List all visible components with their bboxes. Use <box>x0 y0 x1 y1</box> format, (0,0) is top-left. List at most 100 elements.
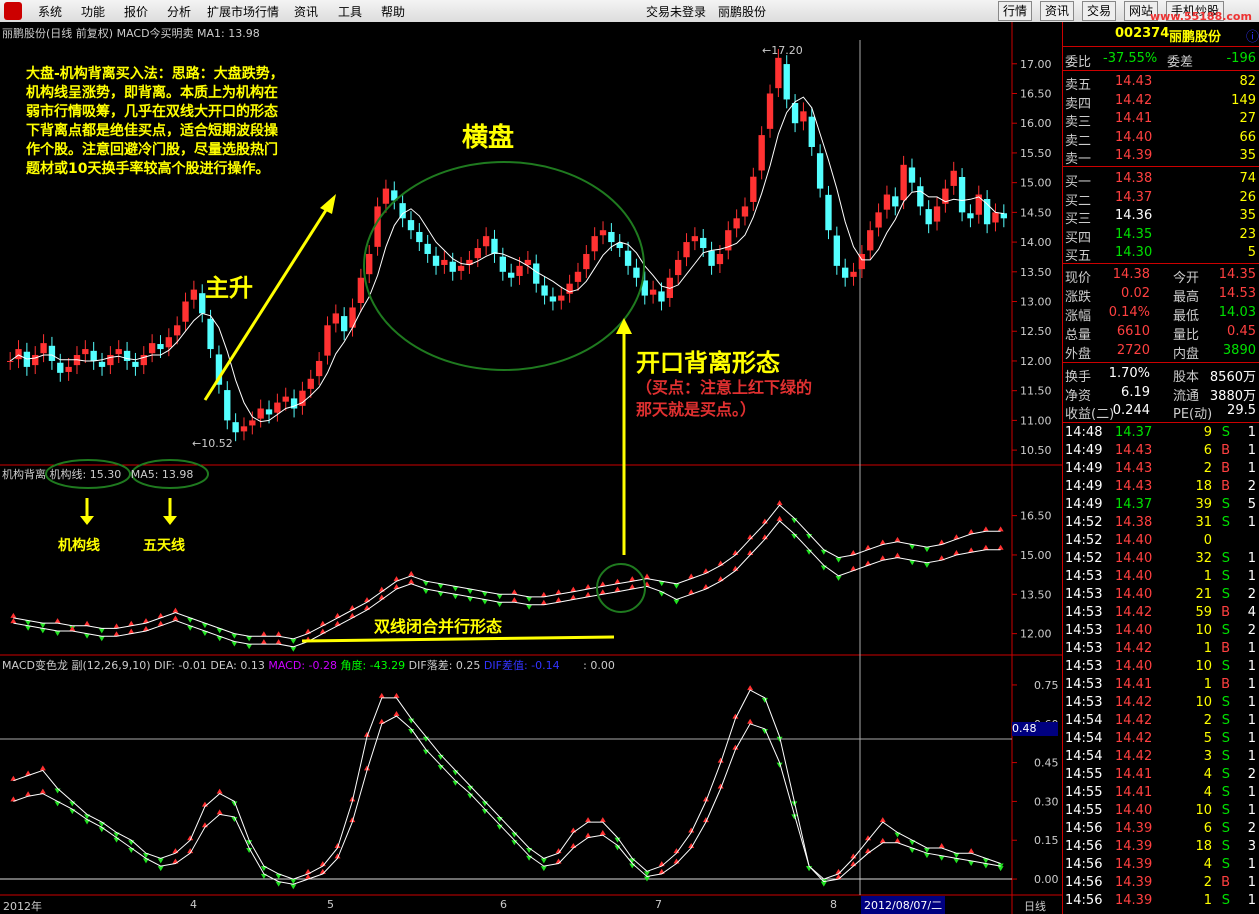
menu-extended-market[interactable]: 扩展市场行情 <box>207 3 279 20</box>
tick-row-cell-1: 14.39 <box>1115 821 1153 836</box>
tick-row-cell-2: 4 <box>1203 767 1212 782</box>
menu-quote[interactable]: 报价 <box>124 3 148 20</box>
tick-row-cell-4: 2 <box>1247 623 1256 638</box>
candle-body <box>925 209 932 225</box>
bid-row-cell-2: 5 <box>1247 245 1256 260</box>
menu-tools[interactable]: 工具 <box>338 3 362 20</box>
tick-row: 14:54 14.42 2 S 1 <box>1063 713 1259 731</box>
tick-row-cell-1: 14.42 <box>1115 641 1153 656</box>
tab-quote[interactable]: 行情 <box>998 1 1033 21</box>
ind1-tick-label: 16.50 <box>1020 510 1052 523</box>
stat-row-cell-2: 今开 <box>1173 271 1200 286</box>
menu-function[interactable]: 功能 <box>81 3 105 20</box>
ind1-header: 机构背离 机构线: 15.30 MA5: 13.98 <box>2 466 193 482</box>
tick-row-cell-4: 1 <box>1247 785 1256 800</box>
tick-row: 14:54 14.42 3 S 1 <box>1063 749 1259 767</box>
candle-body <box>474 248 481 259</box>
fin-row-cell-0: 换手 <box>1065 370 1092 385</box>
candle-body <box>132 361 139 367</box>
bid-row: 买二 14.37 26 <box>1063 190 1259 209</box>
tick-row-cell-1: 14.40 <box>1115 587 1153 602</box>
tab-news[interactable]: 资讯 <box>1040 1 1075 21</box>
menu-system[interactable]: 系统 <box>38 3 62 20</box>
candle-body <box>591 236 598 252</box>
tick-row-cell-2: 6 <box>1203 443 1212 458</box>
tick-row-cell-3: B <box>1221 875 1230 890</box>
tick-row-cell-4: 1 <box>1247 803 1256 818</box>
tick-row-cell-1: 14.42 <box>1115 695 1153 710</box>
stat-row-cell-1: 6610 <box>1116 324 1150 339</box>
stat-row: 外盘 2720 内盘 3890 <box>1063 343 1259 362</box>
tick-row-cell-0: 14:53 <box>1065 569 1103 584</box>
candle-body <box>48 345 56 361</box>
tick-row-cell-1: 14.40 <box>1115 533 1153 548</box>
tab-trade[interactable]: 交易 <box>1082 1 1117 21</box>
stat-row-cell-3: 14.53 <box>1218 286 1256 301</box>
ask-row-cell-2: 35 <box>1239 148 1256 163</box>
candle-body <box>416 231 423 243</box>
ind2-tail: : 0.00 <box>583 659 615 672</box>
main-header: 丽鹏股份(日线 前复权) MACD今买明卖 MA1: 13.98 <box>2 27 260 40</box>
tick-row-cell-4: 1 <box>1247 515 1256 530</box>
tick-row-cell-0: 14:55 <box>1065 803 1103 818</box>
tick-row-cell-0: 14:53 <box>1065 623 1103 638</box>
candle-body <box>825 194 832 231</box>
tick-row-cell-1: 14.41 <box>1115 677 1153 692</box>
tick-row-cell-0: 14:56 <box>1065 821 1103 836</box>
stat-row-cell-3: 14.03 <box>1218 305 1256 320</box>
period-label[interactable]: 日线 <box>1024 898 1046 914</box>
candle-body <box>115 349 122 355</box>
candle-body <box>207 318 214 350</box>
stat-row-cell-3: 14.35 <box>1218 267 1256 282</box>
tick-row: 14:55 14.40 10 S 1 <box>1063 803 1259 821</box>
candle-body <box>808 116 815 147</box>
weicha-label: 委差 <box>1167 55 1194 70</box>
menu-news[interactable]: 资讯 <box>294 3 318 20</box>
tick-row-cell-4: 1 <box>1247 893 1256 908</box>
tick-row-cell-3: S <box>1221 569 1230 584</box>
tick-row-cell-2: 4 <box>1203 857 1212 872</box>
ind2-tick-label: 0.45 <box>1034 757 1059 770</box>
stock-title: 丽鹏股份 <box>718 5 767 19</box>
tick-row-cell-0: 14:49 <box>1065 479 1103 494</box>
candle-body <box>741 206 749 217</box>
ask-row: 卖三 14.41 27 <box>1063 111 1259 130</box>
candle-body <box>165 337 172 348</box>
bid-row-cell-2: 35 <box>1239 208 1256 223</box>
tick-row: 14:56 14.39 4 S 1 <box>1063 857 1259 875</box>
tick-row-cell-1: 14.43 <box>1115 479 1153 494</box>
candle-body <box>599 230 607 236</box>
candle-body <box>850 271 857 277</box>
menu-help[interactable]: 帮助 <box>381 3 405 20</box>
tick-row-cell-4: 2 <box>1247 767 1256 782</box>
tick-row-cell-2: 32 <box>1195 551 1212 566</box>
tick-row-cell-2: 1 <box>1203 677 1212 692</box>
tick-row: 14:56 14.39 6 S 2 <box>1063 821 1259 839</box>
shuangxian-label: 双线闭合并行形态 <box>374 617 503 636</box>
tick-row-cell-3: S <box>1221 623 1230 638</box>
ask-row-cell-2: 66 <box>1239 129 1256 145</box>
tick-row: 14:53 14.40 1 S 1 <box>1063 569 1259 587</box>
time-label-4: 4 <box>190 898 197 911</box>
tick-row-cell-2: 59 <box>1195 605 1212 620</box>
stat-row: 涨幅 0.14% 最低 14.03 <box>1063 305 1259 324</box>
fin-row-cell-2: 流通 <box>1173 388 1200 404</box>
weibi-row: 委比 -37.55% 委差 -196 <box>1063 51 1259 70</box>
tick-row: 14:56 14.39 18 S 3 <box>1063 839 1259 857</box>
tick-row-cell-1: 14.38 <box>1115 515 1153 530</box>
ind2-dif-diff: DIF差值: -0.14 <box>483 659 560 672</box>
tick-row: 14:52 14.40 0 <box>1063 533 1259 551</box>
candle-body <box>733 218 740 229</box>
tick-row-cell-4: 1 <box>1247 677 1256 692</box>
info-icon[interactable]: ⓘ <box>1246 26 1259 45</box>
bid-row-cell-1: 14.36 <box>1115 208 1153 223</box>
menu-analysis[interactable]: 分析 <box>167 3 191 20</box>
candle-body <box>257 408 264 419</box>
tick-row-cell-3: S <box>1221 497 1230 512</box>
price-tick-label: 12.00 <box>1020 355 1052 368</box>
high-value: 17.20 <box>771 44 803 57</box>
tick-row-cell-0: 14:49 <box>1065 461 1103 476</box>
tick-row: 14:53 14.42 10 S 1 <box>1063 695 1259 713</box>
candle-body <box>708 250 715 266</box>
candle-body <box>875 212 882 228</box>
